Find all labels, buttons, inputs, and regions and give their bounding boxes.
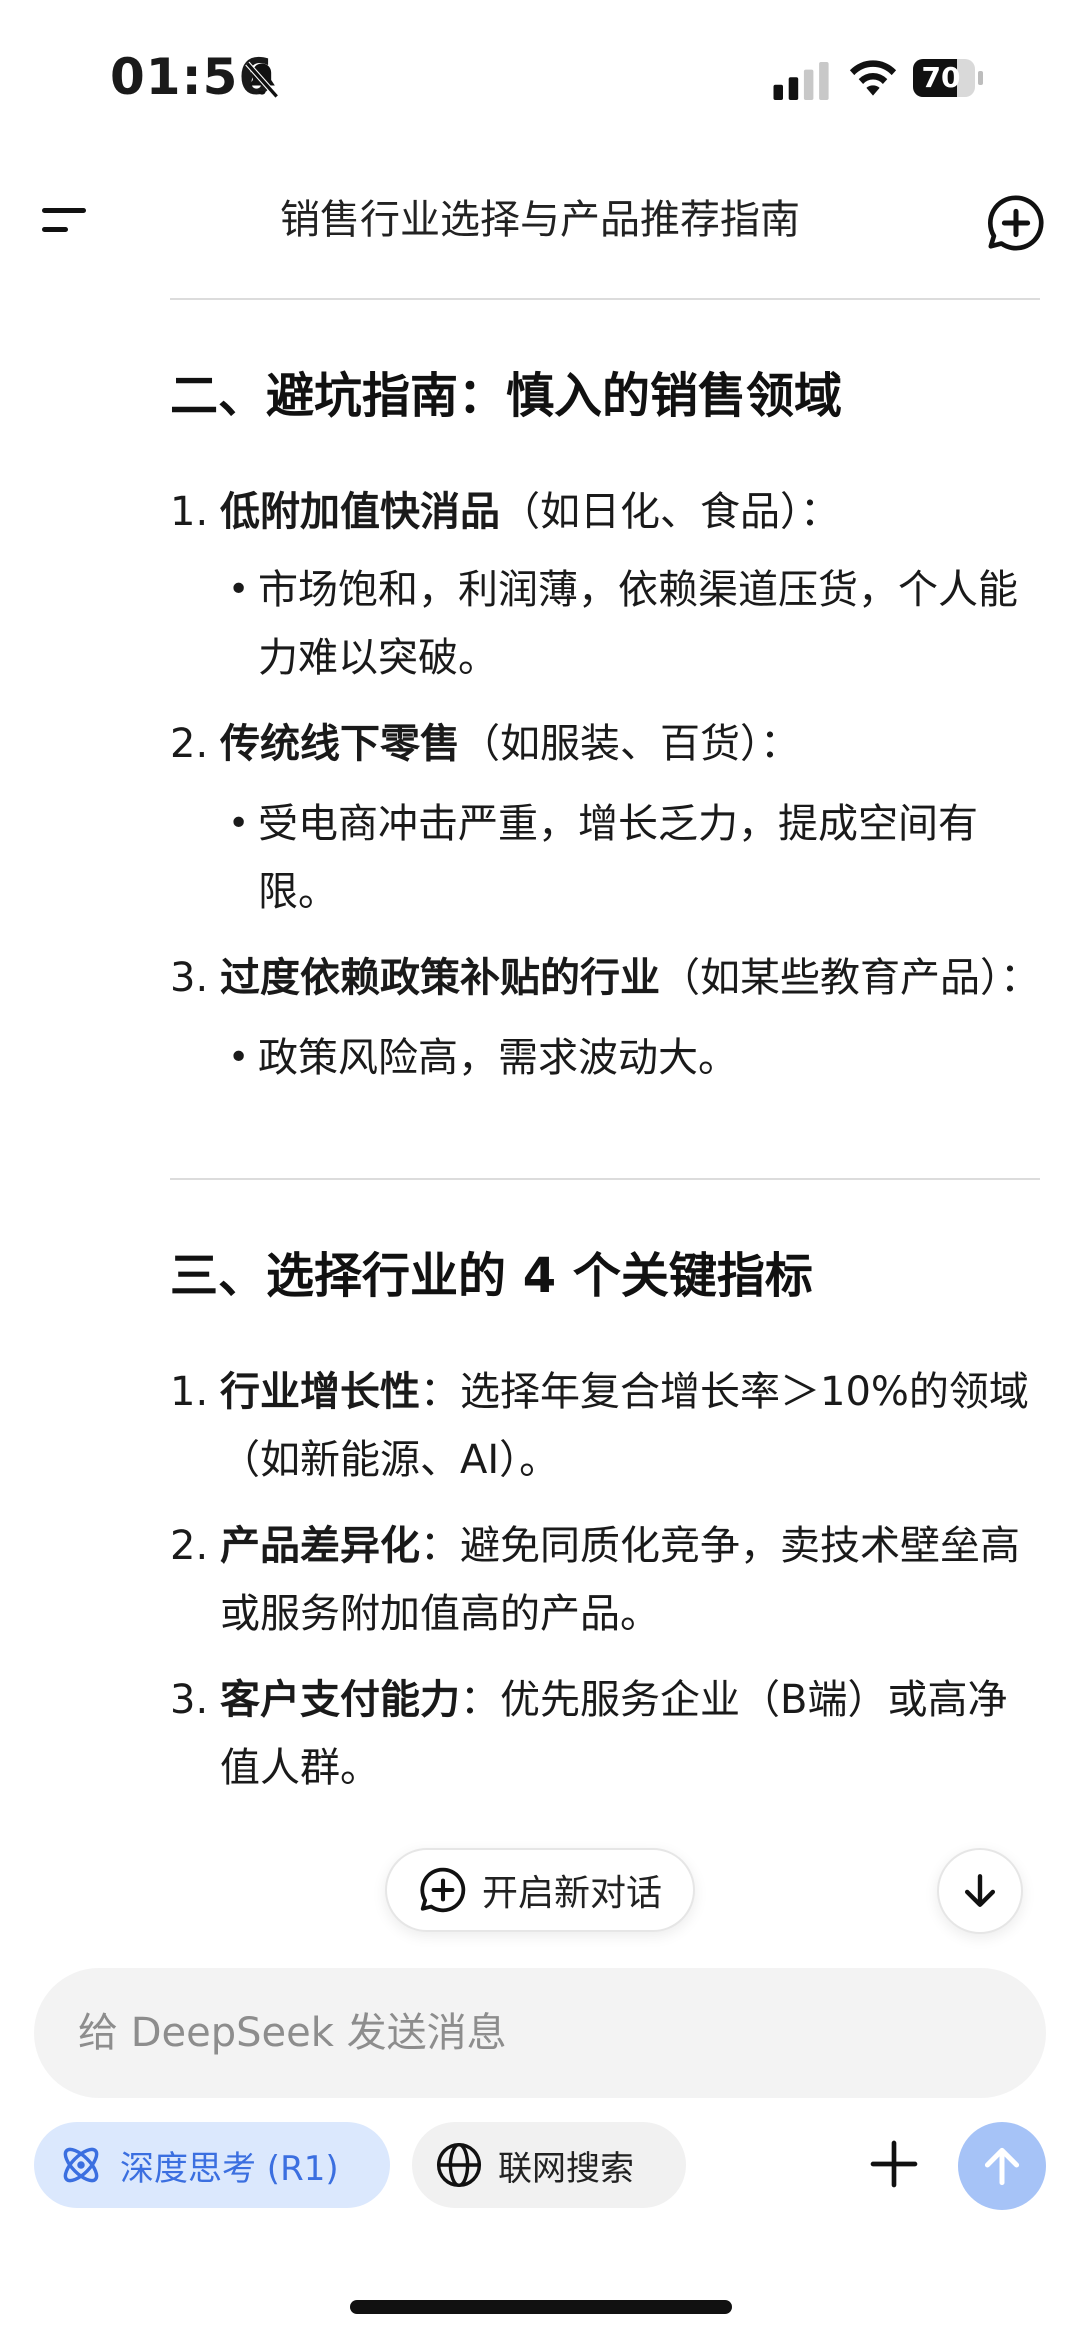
arrow-up-icon [984,2147,1020,2186]
list-item: 3. 客户支付能力：优先服务企业（B端）或高净值人群。 [170,1677,1008,1791]
chat-title: 销售行业选择与产品推荐指南 [280,197,800,243]
menu-icon[interactable] [40,200,90,240]
arrow-down-icon [964,1874,996,1907]
bullet-item: • 受电商冲击严重，增长乏力，提成空间有限。 [228,801,978,915]
status-bar: 01:56 70 [0,0,1080,160]
battery-indicator: 70 [912,58,986,98]
new-chat-button[interactable]: 开启新对话 [385,1848,695,1932]
deep-think-label: 深度思考 (R1) [120,2148,339,2189]
section-heading: 三、选择行业的 4 个关键指标 [170,1248,813,1304]
scroll-to-bottom-button[interactable] [937,1848,1023,1934]
home-indicator[interactable] [350,2300,732,2314]
atom-icon [63,2147,99,2183]
list-item: 1. 低附加值快消品（如日化、食品）： [170,489,840,535]
web-search-toggle[interactable]: 联网搜索 [412,2122,686,2208]
list-item: 2. 传统线下零售（如服装、百货）： [170,721,800,767]
battery-level: 70 [921,61,961,94]
divider [170,1178,1040,1180]
divider [170,298,1040,300]
list-item: 2. 产品差异化：避免同质化竞争，卖技术壁垒高或服务附加值高的产品。 [170,1523,1020,1637]
section-heading: 二、避坑指南：慎入的销售领域 [170,368,843,424]
message-content: 二、避坑指南：慎入的销售领域 1. 低附加值快消品（如日化、食品）： • 市场饱… [170,298,1040,1938]
plus-icon [870,2140,918,2188]
deep-think-toggle[interactable]: 深度思考 (R1) [34,2122,390,2208]
new-chat-icon [420,1867,466,1913]
globe-icon [436,2142,482,2188]
new-chat-icon[interactable] [985,192,1047,254]
wifi-icon [849,60,897,96]
list-item: 1. 行业增长性：选择年复合增长率＞10%的领域（如新能源、AI）。 [170,1369,1029,1483]
bullet-item: • 市场饱和，利润薄，依赖渠道压货，个人能力难以突破。 [228,567,1018,681]
bell-off-icon [245,61,279,99]
send-button[interactable] [958,2122,1046,2210]
list-item: 3. 过度依赖政策补贴的行业（如某些教育产品）： [170,955,1040,1001]
cellular-signal-icon [773,62,829,100]
message-input[interactable] [34,1968,1046,2098]
app-header: 销售行业选择与产品推荐指南 [0,160,1080,280]
web-search-label: 联网搜索 [498,2148,634,2189]
new-chat-label: 开启新对话 [481,1873,662,1914]
bullet-item: • 政策风险高，需求波动大。 [228,1035,738,1081]
attach-button[interactable] [858,2128,930,2200]
